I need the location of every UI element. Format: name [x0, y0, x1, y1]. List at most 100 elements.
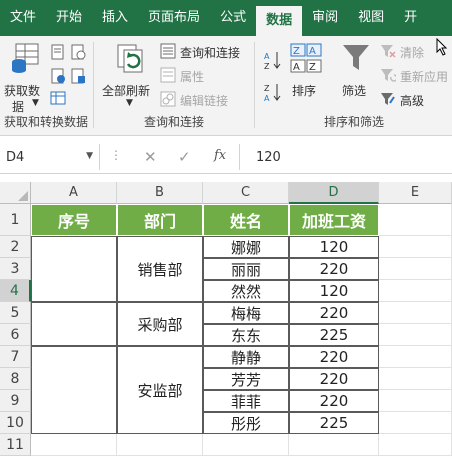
- name-cell[interactable]: 东东: [203, 324, 289, 346]
- queries-icon: [160, 43, 176, 59]
- formula-input[interactable]: 120: [256, 150, 281, 165]
- row-header-5[interactable]: 5: [0, 302, 31, 324]
- advanced-label: 高级: [400, 94, 425, 108]
- row-header-10[interactable]: 10: [0, 412, 31, 434]
- empty-cell[interactable]: [379, 302, 452, 324]
- empty-cell[interactable]: [31, 434, 117, 456]
- empty-cell[interactable]: [379, 434, 452, 456]
- row-header-3[interactable]: 3: [0, 258, 31, 280]
- empty-cell[interactable]: [289, 434, 379, 456]
- row-header-1[interactable]: 1: [0, 204, 31, 236]
- name-cell[interactable]: 静静: [203, 346, 289, 368]
- wage-cell[interactable]: 220: [289, 368, 379, 390]
- name-box[interactable]: D4 ▼: [0, 144, 100, 170]
- chevron-down-icon: ▼: [86, 151, 93, 161]
- department-cell[interactable]: 安监部: [117, 346, 203, 434]
- row-header-8[interactable]: 8: [0, 368, 31, 390]
- sort-descending-icon[interactable]: ZA: [264, 82, 282, 102]
- empty-cell[interactable]: [379, 346, 452, 368]
- department-cell[interactable]: 采购部: [117, 302, 203, 346]
- sort-ascending-icon[interactable]: AZ: [264, 50, 282, 70]
- wage-cell[interactable]: 220: [289, 258, 379, 280]
- select-all-corner[interactable]: [0, 182, 31, 204]
- column-header-a[interactable]: A: [31, 182, 117, 204]
- empty-cell[interactable]: [203, 434, 289, 456]
- empty-cell[interactable]: [379, 258, 452, 280]
- refresh-all-label: 全部刷新: [102, 84, 151, 98]
- name-cell[interactable]: 菲菲: [203, 390, 289, 412]
- queries-connections-button[interactable]: 查询和连接: [160, 42, 252, 60]
- insert-function-icon[interactable]: fx: [214, 148, 226, 163]
- table-header-cell[interactable]: 部门: [117, 204, 203, 236]
- empty-cell[interactable]: [379, 280, 452, 302]
- wage-cell[interactable]: 220: [289, 302, 379, 324]
- table-header-cell[interactable]: 姓名: [203, 204, 289, 236]
- from-text-icon[interactable]: [50, 44, 66, 60]
- wage-cell[interactable]: 120: [289, 280, 379, 302]
- tab-page-layout[interactable]: 页面布局: [138, 0, 210, 36]
- row-header-9[interactable]: 9: [0, 390, 31, 412]
- row-header-4[interactable]: 4: [0, 280, 31, 302]
- department-cell[interactable]: 销售部: [117, 236, 203, 302]
- sort-button[interactable]: Z A A Z 排序: [288, 42, 324, 98]
- filter-button[interactable]: 筛选: [336, 42, 376, 98]
- reapply-button[interactable]: 重新应用: [380, 66, 452, 84]
- name-cell[interactable]: 然然: [203, 280, 289, 302]
- queries-connections-label: 查询和连接: [180, 46, 241, 60]
- merged-serial-cell[interactable]: [31, 346, 117, 434]
- row-header-7[interactable]: 7: [0, 346, 31, 368]
- row-header-11[interactable]: 11: [0, 434, 31, 456]
- enter-check-icon[interactable]: ✓: [178, 148, 191, 166]
- empty-cell[interactable]: [379, 236, 452, 258]
- table-header-cell[interactable]: 加班工资: [289, 204, 379, 236]
- row-header-6[interactable]: 6: [0, 324, 31, 346]
- existing-connections-icon[interactable]: [70, 68, 86, 84]
- tab-view[interactable]: 视图: [348, 0, 394, 36]
- name-cell[interactable]: 丽丽: [203, 258, 289, 280]
- svg-text:Z: Z: [293, 46, 300, 57]
- wage-cell[interactable]: 120: [289, 236, 379, 258]
- merged-serial-cell[interactable]: [31, 302, 117, 346]
- refresh-all-button[interactable]: 全部刷新 ▼: [100, 42, 160, 108]
- from-web-icon[interactable]: [50, 68, 66, 84]
- cancel-icon[interactable]: ✕: [144, 148, 157, 166]
- tab-home[interactable]: 开始: [46, 0, 92, 36]
- wage-cell[interactable]: 220: [289, 390, 379, 412]
- wage-cell[interactable]: 225: [289, 324, 379, 346]
- group-get-transform: 获取数 据 ▼ 获取和转换数据: [0, 36, 92, 136]
- column-header-d[interactable]: D: [289, 182, 379, 204]
- advanced-button[interactable]: 高级: [380, 90, 450, 108]
- ribbon-tabs: 文件 开始 插入 页面布局 公式 数据 审阅 视图 开: [0, 0, 452, 36]
- name-cell[interactable]: 彤彤: [203, 412, 289, 434]
- svg-text:Z: Z: [309, 62, 316, 73]
- column-header-e[interactable]: E: [379, 182, 452, 204]
- tab-data[interactable]: 数据: [256, 6, 303, 36]
- tab-insert[interactable]: 插入: [92, 0, 138, 36]
- merged-serial-cell[interactable]: [31, 236, 117, 302]
- table-header-cell[interactable]: 序号: [31, 204, 117, 236]
- properties-button[interactable]: 属性: [160, 66, 240, 84]
- recent-sources-icon[interactable]: [70, 44, 86, 60]
- wage-cell[interactable]: 225: [289, 412, 379, 434]
- name-cell[interactable]: 娜娜: [203, 236, 289, 258]
- tab-developer[interactable]: 开: [394, 0, 427, 36]
- wage-cell[interactable]: 220: [289, 346, 379, 368]
- from-table-icon[interactable]: [50, 90, 66, 106]
- tab-review[interactable]: 审阅: [302, 0, 348, 36]
- tab-formulas[interactable]: 公式: [210, 0, 256, 36]
- empty-cell[interactable]: [379, 412, 452, 434]
- name-cell[interactable]: 梅梅: [203, 302, 289, 324]
- get-data-button[interactable]: 获取数 据 ▼: [4, 42, 48, 114]
- empty-cell[interactable]: [379, 390, 452, 412]
- empty-cell[interactable]: [379, 368, 452, 390]
- column-header-c[interactable]: C: [203, 182, 289, 204]
- column-header-b[interactable]: B: [117, 182, 203, 204]
- formula-buttons: ✕ ✓ fx: [130, 144, 240, 170]
- empty-cell[interactable]: [379, 324, 452, 346]
- empty-cell[interactable]: [117, 434, 203, 456]
- empty-cell[interactable]: [379, 204, 452, 236]
- row-header-2[interactable]: 2: [0, 236, 31, 258]
- tab-file[interactable]: 文件: [0, 0, 46, 36]
- edit-links-button[interactable]: 编辑链接: [160, 90, 250, 108]
- name-cell[interactable]: 芳芳: [203, 368, 289, 390]
